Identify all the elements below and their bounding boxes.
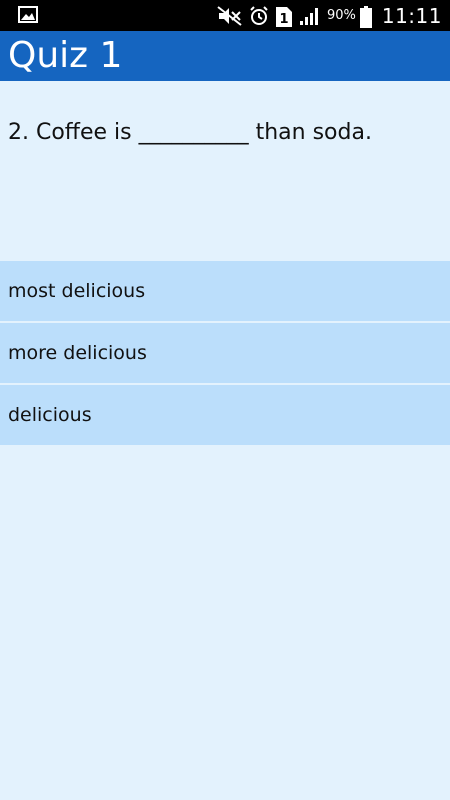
app-bar: Quiz 1 bbox=[0, 31, 450, 81]
page-title: Quiz 1 bbox=[8, 35, 123, 76]
image-notification-icon bbox=[18, 6, 38, 23]
alarm-icon bbox=[249, 5, 269, 26]
sim-card-icon: 1 bbox=[275, 6, 293, 27]
option-label: delicious bbox=[8, 404, 92, 426]
signal-icon bbox=[299, 6, 321, 26]
option-label: more delicious bbox=[8, 342, 147, 364]
answer-options: most delicious more delicious delicious bbox=[0, 261, 450, 447]
battery-percent: 90% bbox=[326, 8, 356, 23]
mute-icon bbox=[217, 5, 243, 26]
status-bar: 1 90% 11:11 bbox=[0, 0, 450, 31]
battery-icon bbox=[359, 5, 372, 28]
question-text: 2. Coffee is __________ than soda. bbox=[8, 120, 372, 145]
option-label: most delicious bbox=[8, 280, 146, 302]
status-clock: 11:11 bbox=[381, 3, 442, 28]
option-more-delicious[interactable]: more delicious bbox=[0, 323, 450, 385]
option-most-delicious[interactable]: most delicious bbox=[0, 261, 450, 323]
option-delicious[interactable]: delicious bbox=[0, 385, 450, 447]
svg-text:1: 1 bbox=[279, 12, 288, 27]
status-icons: 1 90% 11:11 bbox=[217, 0, 442, 31]
